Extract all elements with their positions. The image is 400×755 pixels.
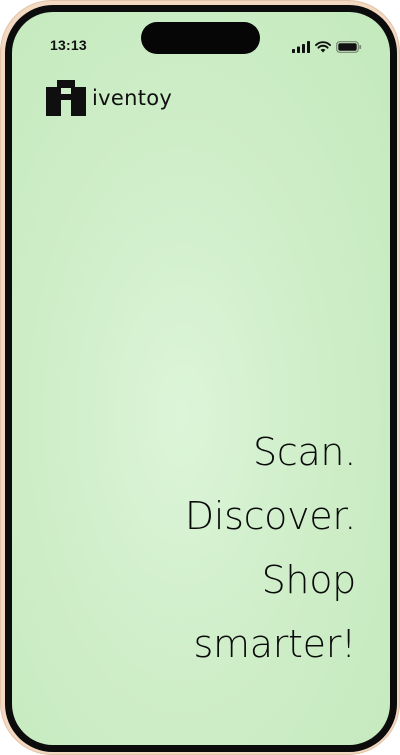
status-time: 13:13 [50,37,87,53]
dynamic-island [141,22,260,54]
app-screen: 13:13 iventoy Scan. Discover. Shop smart… [12,12,390,745]
status-bar: 13:13 [12,12,390,64]
tagline-line-3: Shop [261,558,357,602]
battery-icon [336,38,362,57]
tagline-line-1: Scan. [253,430,356,474]
tagline-line-2: Discover. [184,494,356,538]
cellular-signal-icon [292,38,310,57]
wifi-icon [315,38,331,57]
brand-name: iventoy [92,85,173,110]
tagline: Scan. Discover. Shop smarter! [185,420,356,676]
building-logo-icon [46,80,86,116]
brand-header: iventoy [46,80,172,116]
status-icons [292,38,362,57]
device-frame: 13:13 iventoy Scan. Discover. Shop smart… [0,0,400,755]
tagline-line-4: smarter! [193,622,357,666]
